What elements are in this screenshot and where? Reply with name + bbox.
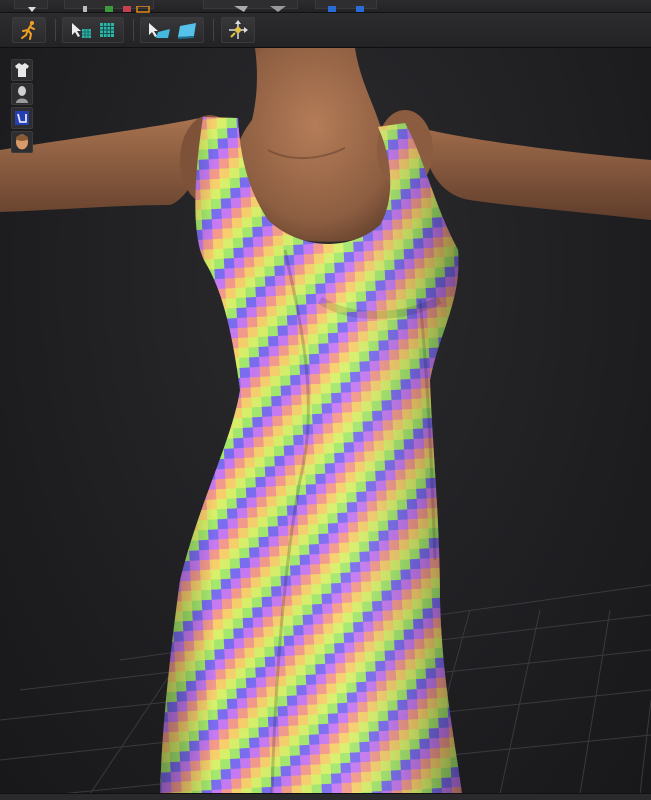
toolbar-main: [0, 13, 651, 48]
pin-transform-icon: [229, 20, 248, 39]
select-mesh-icon: [72, 23, 91, 38]
pin-transform-button[interactable]: [221, 17, 255, 43]
green-square-icon: [105, 6, 113, 12]
face-icon: [16, 134, 28, 150]
avatar-head-icon: [16, 86, 28, 103]
app-window: [0, 0, 651, 800]
red-square-icon: [123, 6, 131, 12]
surface-icon: [178, 23, 196, 39]
select-tools-group[interactable]: [62, 17, 124, 43]
garment-icon: [15, 63, 29, 77]
down-arrow-icon[interactable]: [14, 0, 48, 12]
blue-panel-icon[interactable]: [315, 0, 377, 12]
toolbar-separator: [55, 19, 56, 41]
toolbar-top: [0, 0, 651, 13]
status-bar: [0, 793, 651, 800]
3d-viewport[interactable]: [0, 48, 651, 794]
move-icon: [83, 6, 87, 12]
toolbar-separator: [213, 19, 214, 41]
select-plane-icon: [149, 23, 170, 38]
right-arm: [420, 128, 651, 220]
texture-grid-icon: [100, 23, 114, 37]
camera-icon: [270, 6, 286, 12]
brush-icon: [234, 6, 248, 12]
surface-tools-group[interactable]: [140, 17, 204, 43]
edit-icon: [136, 5, 150, 13]
garment-button[interactable]: [11, 59, 33, 81]
simulate-button[interactable]: [12, 17, 46, 43]
face-button[interactable]: [11, 131, 33, 153]
fabric-icon: [15, 111, 29, 125]
fabric-button[interactable]: [11, 107, 33, 129]
toolbar-separator: [133, 19, 134, 41]
running-figure-icon: [21, 21, 35, 40]
toolbar-top-group-1: [64, 0, 154, 13]
viewport-scene: [0, 48, 651, 794]
toolbar-top-group-2: [203, 0, 298, 12]
avatar-button[interactable]: [11, 83, 33, 105]
